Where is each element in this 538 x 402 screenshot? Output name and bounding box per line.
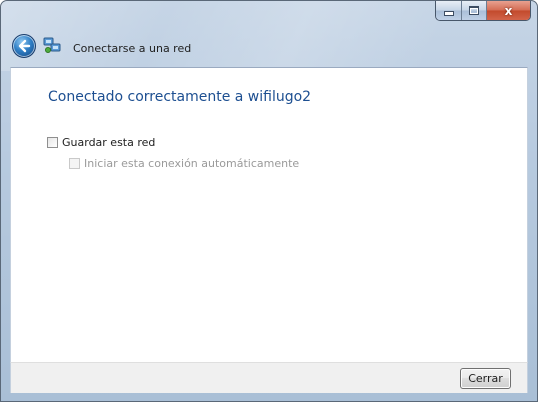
footer-bar: Cerrar — [10, 362, 528, 393]
auto-connect-checkbox — [69, 158, 80, 169]
save-network-checkbox[interactable] — [47, 137, 58, 148]
save-network-option[interactable]: Guardar esta red — [47, 136, 155, 149]
close-button[interactable]: Cerrar — [460, 368, 511, 389]
minimize-icon — [443, 11, 454, 16]
maximize-button[interactable] — [462, 1, 487, 20]
back-button[interactable] — [12, 34, 36, 58]
auto-connect-label: Iniciar esta conexión automáticamente — [84, 157, 300, 170]
auto-connect-option: Iniciar esta conexión automáticamente — [69, 157, 299, 170]
maximize-icon — [469, 6, 479, 15]
content-panel: Conectado correctamente a wifilugo2 Guar… — [10, 67, 528, 362]
wizard-nav-bar: Conectarse a una red — [1, 29, 537, 65]
page-heading: Conectado correctamente a wifilugo2 — [48, 89, 312, 105]
wizard-title: Conectarse a una red — [73, 42, 192, 55]
close-window-button[interactable]: x — [487, 1, 530, 20]
wizard-window: x Conectarse a una red Conectado correct… — [0, 0, 538, 402]
save-network-label: Guardar esta red — [62, 136, 156, 149]
minimize-button[interactable] — [436, 1, 462, 20]
network-icon — [43, 37, 61, 53]
back-arrow-icon — [18, 39, 31, 53]
close-icon: x — [504, 3, 513, 18]
caption-buttons: x — [435, 1, 531, 21]
